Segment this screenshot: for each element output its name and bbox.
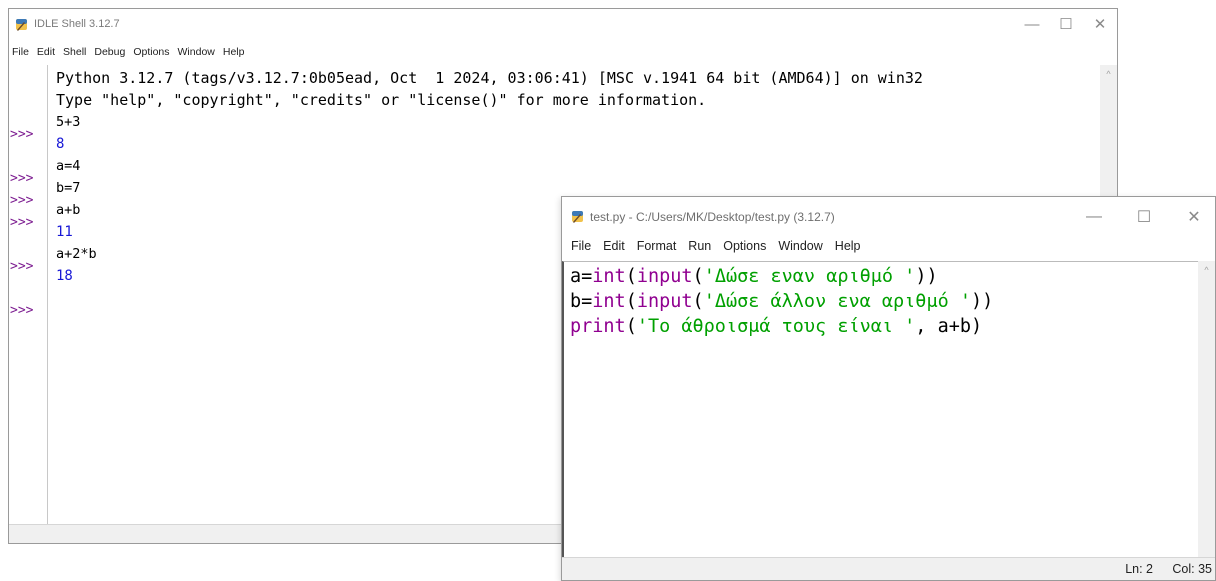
scroll-up-icon[interactable]: ^ [1198, 265, 1215, 275]
code-line: b=int(input('Δώσε άλλον ενα αριθμό ')) [570, 291, 994, 312]
menu-window[interactable]: Window [778, 239, 822, 253]
builtin-token: int [592, 291, 626, 312]
maximize-button[interactable]: ☐ [1049, 9, 1083, 39]
editor-statusbar: Ln: 2 Col: 35 [562, 557, 1215, 580]
python-idle-icon [16, 19, 27, 31]
menu-options[interactable]: Options [723, 239, 766, 253]
minimize-button[interactable]: — [1015, 9, 1049, 39]
builtin-token: input [636, 291, 693, 312]
shell-input-line: a=4 [56, 158, 81, 174]
shell-input-line: 5+3 [56, 114, 81, 130]
shell-prompt: >>> [10, 259, 34, 274]
menu-file[interactable]: File [12, 46, 29, 58]
shell-input-line: b=7 [56, 180, 81, 196]
menu-help[interactable]: Help [223, 46, 245, 58]
editor-menubar: File Edit Format Run Options Window Help [571, 239, 1215, 257]
shell-banner-line: Type "help", "copyright", "credits" or "… [56, 91, 707, 109]
menu-shell[interactable]: Shell [63, 46, 86, 58]
shell-prompt: >>> [10, 127, 34, 142]
string-token: 'Το άθροισμά τους είναι ' [636, 316, 916, 337]
scroll-up-icon[interactable]: ^ [1100, 69, 1117, 79]
builtin-token: input [636, 266, 693, 287]
string-token: 'Δώσε άλλον ενα αριθμό ' [703, 291, 971, 312]
shell-titlebar[interactable]: IDLE Shell 3.12.7 — ☐ ✕ [9, 9, 1117, 39]
column-number-status: Col: 35 [1172, 562, 1212, 576]
builtin-token: print [570, 316, 626, 337]
maximize-icon: ☐ [1059, 16, 1073, 33]
shell-title: IDLE Shell 3.12.7 [34, 18, 120, 30]
editor-title: test.py - C:/Users/MK/Desktop/test.py (3… [590, 210, 835, 224]
shell-prompt: >>> [10, 215, 34, 230]
minimize-icon: — [1024, 15, 1040, 33]
shell-output-line: 8 [56, 136, 65, 152]
line-number-status: Ln: 2 [1125, 562, 1153, 576]
close-button[interactable]: ✕ [1173, 197, 1215, 237]
menu-debug[interactable]: Debug [94, 46, 125, 58]
code-line: print('Το άθροισμά τους είναι ', a+b) [570, 316, 983, 337]
shell-input-line: a+b [56, 202, 81, 218]
code-line: a=int(input('Δώσε εναν αριθμό ')) [570, 266, 938, 287]
editor-scrollbar[interactable]: ^ [1198, 261, 1215, 558]
menu-run[interactable]: Run [688, 239, 711, 253]
maximize-icon: ☐ [1136, 209, 1152, 226]
minimize-icon: — [1086, 208, 1102, 225]
close-icon: ✕ [1187, 209, 1201, 226]
menu-options[interactable]: Options [133, 46, 169, 58]
editor-window: test.py - C:/Users/MK/Desktop/test.py (3… [561, 196, 1216, 581]
menu-help[interactable]: Help [835, 239, 861, 253]
shell-prompt: >>> [10, 193, 34, 208]
minimize-button[interactable]: — [1073, 197, 1115, 237]
prompt-gutter: >>> >>> >>> >>> >>> >>> [9, 65, 48, 525]
string-token: 'Δώσε εναν αριθμό ' [703, 266, 916, 287]
shell-output-line: 18 [56, 268, 73, 284]
shell-prompt: >>> [10, 303, 34, 318]
menu-edit[interactable]: Edit [37, 46, 55, 58]
menu-format[interactable]: Format [637, 239, 677, 253]
menu-edit[interactable]: Edit [603, 239, 625, 253]
editor-titlebar[interactable]: test.py - C:/Users/MK/Desktop/test.py (3… [562, 197, 1215, 237]
maximize-button[interactable]: ☐ [1123, 197, 1165, 237]
shell-menubar: File Edit Shell Debug Options Window Help [12, 46, 1117, 62]
shell-output-line: 11 [56, 224, 73, 240]
menu-file[interactable]: File [571, 239, 591, 253]
shell-input-line: a+2*b [56, 246, 97, 262]
close-icon: ✕ [1093, 16, 1107, 33]
code-editor[interactable]: a=int(input('Δώσε εναν αριθμό ')) b=int(… [562, 261, 1198, 558]
shell-prompt: >>> [10, 171, 34, 186]
builtin-token: int [592, 266, 626, 287]
shell-banner-line: Python 3.12.7 (tags/v3.12.7:0b05ead, Oct… [56, 69, 923, 87]
close-button[interactable]: ✕ [1083, 9, 1117, 39]
menu-window[interactable]: Window [178, 46, 215, 58]
python-file-icon [572, 211, 583, 223]
